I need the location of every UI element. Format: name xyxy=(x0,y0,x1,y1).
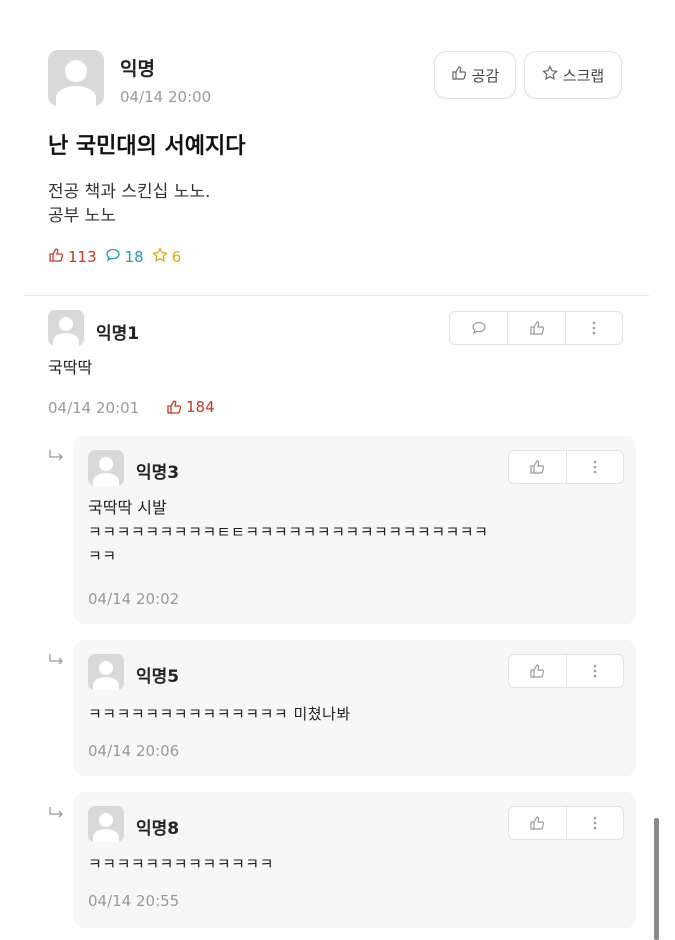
scrap-count: 6 xyxy=(151,246,182,267)
post-time: 04/14 20:00 xyxy=(120,88,212,106)
reply-text: ㅋㅋㅋㅋㅋㅋㅋㅋㅋㅋㅋㅋㅋㅋ 미쳤나봐 xyxy=(88,705,351,723)
like-reply-button[interactable] xyxy=(509,451,566,483)
more-options-button[interactable] xyxy=(565,807,623,839)
thumbs-up-icon xyxy=(530,664,545,678)
reply-text-line: ㅋㅋ xyxy=(88,547,117,565)
scrollbar[interactable] xyxy=(654,818,659,940)
reply-card: 익명8 ㅋㅋㅋㅋㅋㅋㅋㅋㅋㅋㅋㅋㅋ 04/14 20:55 xyxy=(74,792,636,928)
reply-arrow-icon xyxy=(48,448,66,467)
reply-arrow-icon xyxy=(48,805,66,824)
like-count: 113 xyxy=(48,247,97,267)
post-body: 전공 책과 스킨십 노노. 공부 노노 xyxy=(48,180,210,228)
reply-author: 익명5 xyxy=(136,667,180,687)
vertical-dots-icon xyxy=(593,664,597,678)
reply-actions xyxy=(508,450,624,484)
post-stats: 113 18 6 xyxy=(48,246,182,267)
reply-time: 04/14 20:55 xyxy=(88,892,180,910)
like-button[interactable]: 공감 xyxy=(434,51,516,99)
like-reply-button[interactable] xyxy=(509,807,566,839)
scrap-button-label: 스크랩 xyxy=(562,66,605,85)
reply-text-line: 국딱딱 시발 xyxy=(88,498,167,517)
star-icon xyxy=(151,246,168,267)
thumbs-up-icon xyxy=(451,65,467,85)
more-options-button[interactable] xyxy=(565,451,623,483)
divider xyxy=(24,295,649,296)
comment-avatar xyxy=(48,310,84,346)
reply-author: 익명8 xyxy=(136,819,180,839)
vertical-dots-icon xyxy=(593,460,597,474)
reply-time: 04/14 20:02 xyxy=(88,590,180,608)
comment-like-value: 184 xyxy=(186,398,215,416)
thumbs-up-icon xyxy=(48,247,64,267)
thumbs-up-icon xyxy=(530,816,545,830)
post-title: 난 국민대의 서예지다 xyxy=(48,134,246,159)
like-reply-button[interactable] xyxy=(509,655,566,687)
more-options-button[interactable] xyxy=(565,655,623,687)
reply-text: ㅋㅋㅋㅋㅋㅋㅋㅋㅋㅋㅋㅋㅋ xyxy=(88,855,274,873)
reply-card: 익명5 ㅋㅋㅋㅋㅋㅋㅋㅋㅋㅋㅋㅋㅋㅋ 미쳤나봐 04/14 20:06 xyxy=(74,640,636,776)
comment-time: 04/14 20:01 xyxy=(48,399,140,417)
more-options-button[interactable] xyxy=(564,312,622,344)
speech-bubble-icon xyxy=(472,321,486,335)
reply-card: 익명3 국딱딱 시발 ㅋㅋㅋㅋㅋㅋㅋㅋㅋㅌㅌㅋㅋㅋㅋㅋㅋㅋㅋㅋㅋㅋㅋㅋㅋㅋㅋㅋ … xyxy=(74,436,636,624)
reply-arrow-icon xyxy=(48,652,66,671)
reply-author: 익명3 xyxy=(136,463,180,483)
reply-avatar xyxy=(88,654,124,690)
reply-time: 04/14 20:06 xyxy=(88,742,180,760)
comment-actions xyxy=(449,311,623,345)
comment-like-count: 184 xyxy=(166,398,215,416)
post-body-line: 전공 책과 스킨십 노노. xyxy=(48,182,211,202)
scrap-count-value: 6 xyxy=(171,248,182,266)
thumbs-up-icon xyxy=(529,321,544,335)
like-count-value: 113 xyxy=(68,248,97,266)
comment-text: 국딱딱 xyxy=(48,358,93,377)
reply-text: 국딱딱 시발 ㅋㅋㅋㅋㅋㅋㅋㅋㅋㅌㅌㅋㅋㅋㅋㅋㅋㅋㅋㅋㅋㅋㅋㅋㅋㅋㅋㅋ ㅋㅋ xyxy=(88,496,628,568)
reply-avatar xyxy=(88,450,124,486)
comment-count: 18 xyxy=(105,247,144,267)
comment-author: 익명1 xyxy=(96,324,140,344)
reply-comment-button[interactable] xyxy=(450,312,507,344)
reply-avatar xyxy=(88,806,124,842)
vertical-dots-icon xyxy=(592,321,596,335)
speech-bubble-icon xyxy=(105,247,121,267)
like-button-label: 공감 xyxy=(471,66,500,85)
vertical-dots-icon xyxy=(593,816,597,830)
thumbs-up-icon xyxy=(167,400,182,414)
scrap-button[interactable]: 스크랩 xyxy=(524,51,622,99)
author-avatar xyxy=(48,50,104,106)
reply-text-line: ㅋㅋㅋㅋㅋㅋㅋㅋㅋㅌㅌㅋㅋㅋㅋㅋㅋㅋㅋㅋㅋㅋㅋㅋㅋㅋㅋㅋ xyxy=(88,523,489,541)
post-body-line: 공부 노노 xyxy=(48,206,116,226)
comment-count-value: 18 xyxy=(124,248,144,266)
post-header: 익명 04/14 20:00 공감 스크랩 xyxy=(48,50,628,110)
reply-actions xyxy=(508,806,624,840)
star-icon xyxy=(541,65,558,85)
post-author: 익명 xyxy=(120,58,155,80)
reply-actions xyxy=(508,654,624,688)
like-comment-button[interactable] xyxy=(507,312,564,344)
thumbs-up-icon xyxy=(530,460,545,474)
